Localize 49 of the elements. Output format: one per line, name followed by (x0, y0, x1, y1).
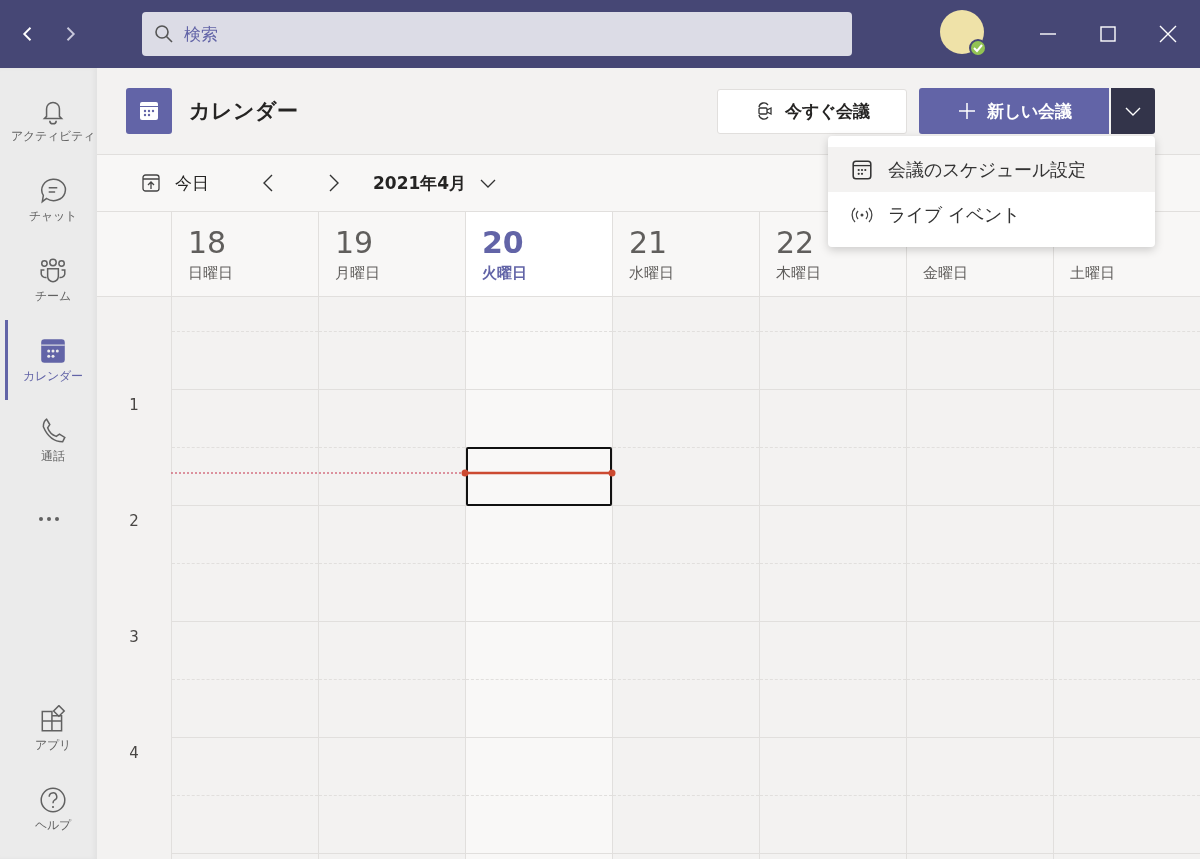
close-icon[interactable] (1158, 24, 1178, 44)
weekday-label: 金曜日 (923, 264, 968, 283)
calendar-icon (850, 158, 874, 181)
page-title: カレンダー (189, 98, 298, 125)
plus-icon (956, 101, 977, 121)
weekday-label: 水曜日 (629, 264, 674, 283)
sidebar-label: アクティビティ (10, 127, 95, 145)
sidebar-item[interactable]: アクティビティ (5, 80, 97, 160)
selected-time-slot[interactable] (466, 447, 612, 506)
day-number: 20 (482, 226, 524, 260)
weekday-label: 木曜日 (776, 264, 821, 283)
search-box[interactable]: 検索 (142, 12, 852, 56)
menu-item[interactable]: 会議のスケジュール設定 (828, 147, 1155, 192)
sidebar-item[interactable]: ヘルプ (5, 769, 97, 849)
weekday-label: 月曜日 (335, 264, 380, 283)
hour-label: 2 (129, 512, 139, 530)
dropdown-button[interactable] (1111, 88, 1155, 134)
more-icon[interactable] (36, 516, 61, 522)
weekday-label: 火曜日 (482, 264, 527, 283)
new-meeting-button[interactable]: 新しい会議 (919, 88, 1109, 134)
sidebar-label: アプリ (34, 736, 71, 754)
day-number: 21 (629, 226, 668, 260)
weekday-label: 土曜日 (1070, 264, 1115, 283)
month-picker[interactable]: 2021年4月 (367, 170, 505, 196)
sidebar-label: チャット (28, 207, 77, 225)
meet-now-button[interactable]: 今すぐ会議 (717, 88, 907, 134)
sidebar-label: チーム (34, 287, 71, 305)
today-button[interactable]: 今日 (135, 170, 215, 196)
day-number: 22 (776, 226, 815, 260)
hour-label: 3 (129, 628, 139, 646)
menu-item[interactable]: ライブ イベント (828, 192, 1155, 237)
help-icon (37, 784, 68, 815)
day-number: 18 (188, 226, 227, 260)
hour-label: 1 (129, 396, 139, 414)
sidebar-label: カレンダー (22, 367, 83, 385)
search-field[interactable]: 検索 (182, 23, 840, 45)
sidebar-label: 通話 (40, 447, 65, 465)
weekday-label: 日曜日 (188, 264, 233, 283)
search-icon (154, 24, 174, 44)
sidebar-label: ヘルプ (34, 816, 71, 834)
maximize-icon[interactable] (1098, 24, 1118, 44)
day-number: 19 (335, 226, 374, 260)
sidebar-item[interactable]: チャット (5, 160, 97, 240)
calendar-icon (126, 88, 172, 134)
hour-label: 4 (129, 744, 139, 762)
sidebar-item[interactable]: チーム (5, 240, 97, 320)
sidebar-item[interactable]: アプリ (5, 689, 97, 769)
avatar[interactable] (940, 10, 988, 58)
sidebar-item[interactable]: 通話 (5, 400, 97, 480)
